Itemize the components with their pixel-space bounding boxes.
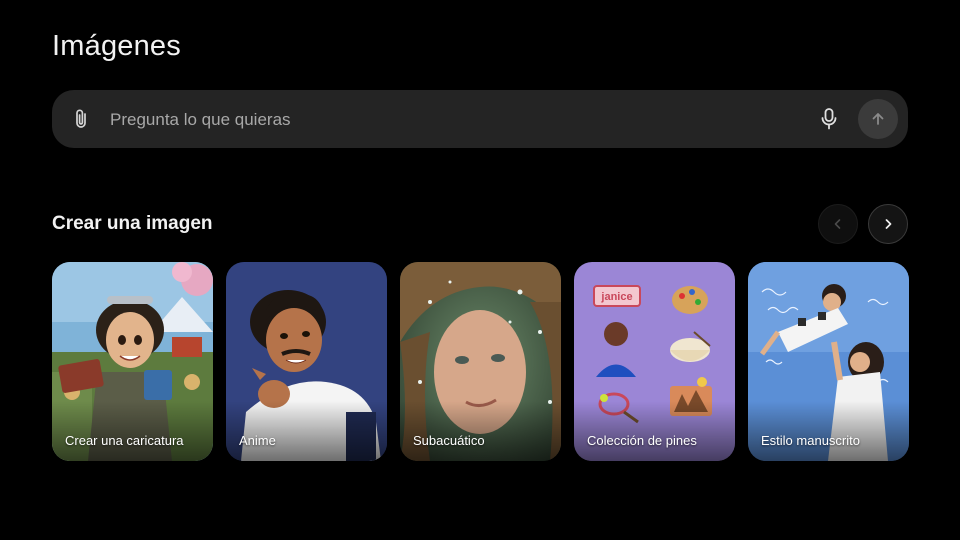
card-label: Subacuático xyxy=(413,433,485,448)
card-label: Colección de pines xyxy=(587,433,697,448)
card-pin-collection[interactable]: janice Colección de pines xyxy=(574,262,735,461)
page-title: Imágenes xyxy=(52,30,181,62)
section-title: Crear una imagen xyxy=(52,213,213,234)
card-label: Estilo manuscrito xyxy=(761,433,860,448)
pin-name-text: janice xyxy=(600,291,632,303)
carousel-prev-button[interactable] xyxy=(818,204,858,244)
prompt-bar xyxy=(52,90,908,148)
chevron-right-icon xyxy=(885,219,892,229)
arrow-up-icon xyxy=(872,113,884,125)
card-underwater[interactable]: Subacuático xyxy=(400,262,561,461)
card-label: Crear una caricatura xyxy=(65,433,184,448)
send-button[interactable] xyxy=(858,99,898,139)
card-anime[interactable]: Anime xyxy=(226,262,387,461)
card-label: Anime xyxy=(239,433,276,448)
prompt-input[interactable] xyxy=(108,103,792,137)
card-handwritten-style[interactable]: Estilo manuscrito xyxy=(748,262,909,461)
chevron-left-icon xyxy=(834,219,841,229)
carousel-next-button[interactable] xyxy=(868,204,908,244)
paperclip-icon[interactable] xyxy=(72,108,92,130)
microphone-icon[interactable] xyxy=(819,107,839,131)
card-caricature[interactable]: Crear una caricatura xyxy=(52,262,213,461)
